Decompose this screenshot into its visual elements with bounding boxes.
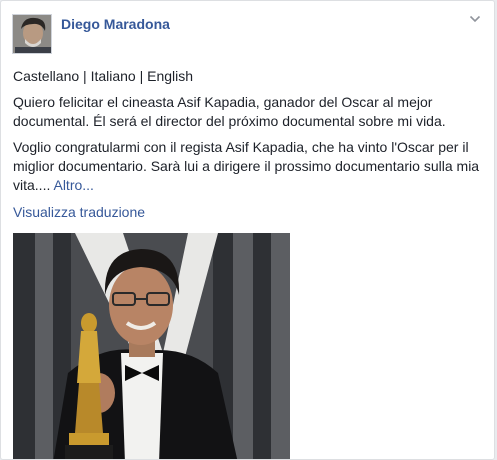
post-photo[interactable] bbox=[13, 233, 290, 459]
chevron-down-icon[interactable] bbox=[469, 13, 481, 25]
author-name[interactable]: Diego Maradona bbox=[61, 16, 170, 32]
photo-image bbox=[13, 233, 290, 459]
author-avatar[interactable] bbox=[12, 14, 52, 54]
post-card: Diego Maradona Castellano | Italiano | E… bbox=[0, 0, 495, 460]
language-list: Castellano | Italiano | English bbox=[13, 68, 194, 84]
avatar-image bbox=[13, 15, 51, 53]
see-more-link[interactable]: Altro... bbox=[53, 177, 93, 193]
post-text-italian: Voglio congratularmi con il regista Asif… bbox=[13, 138, 482, 195]
see-translation-link[interactable]: Visualizza traduzione bbox=[13, 204, 145, 220]
post-text-spanish: Quiero felicitar el cineasta Asif Kapadi… bbox=[13, 94, 446, 129]
